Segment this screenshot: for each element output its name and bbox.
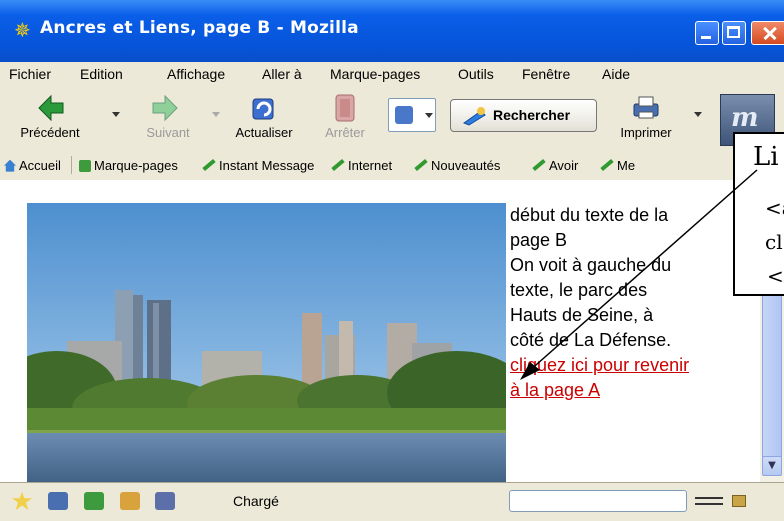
back-arrow-icon — [38, 94, 64, 122]
callout-title: Li — [753, 142, 779, 172]
navigation-toolbar: Précédent Suivant Actualiser Arrêter Imp… — [0, 88, 784, 151]
bookmark-icon — [202, 158, 216, 171]
title-bar: ✵ Ancres et Liens, page B - Mozilla — [0, 0, 784, 62]
menu-aller-a[interactable]: Aller à — [262, 66, 302, 82]
forward-label: Suivant — [146, 125, 190, 140]
page-text: début du texte de la page B On voit à ga… — [510, 203, 750, 403]
search-engine-select[interactable] — [388, 98, 436, 132]
menu-fenetre[interactable]: Fenêtre — [522, 66, 570, 82]
bookmark-avoir[interactable]: Avoir — [532, 158, 578, 173]
mozilla-icon: ✵ — [14, 18, 31, 42]
bookmark-instant-message[interactable]: Instant Message — [202, 158, 314, 173]
bookmark-home-label: Accueil — [19, 158, 61, 173]
progress-meter — [509, 490, 687, 512]
stop-button[interactable]: Arrêter — [308, 88, 382, 148]
annotation-callout: Li <a cl < — [733, 132, 784, 296]
bookmark-home[interactable]: Accueil — [4, 158, 61, 173]
search-label: Rechercher — [493, 107, 571, 123]
lock-icon — [732, 495, 746, 507]
menu-affichage[interactable]: Affichage — [167, 66, 225, 82]
link-line[interactable]: cliquez ici pour revenir — [510, 355, 689, 375]
back-button[interactable]: Précédent — [0, 88, 100, 148]
menu-edition[interactable]: Edition — [80, 66, 123, 82]
scroll-down-button[interactable]: ▼ — [762, 456, 782, 476]
print-label: Imprimer — [620, 125, 672, 140]
stop-icon — [335, 94, 355, 122]
forward-arrow-icon — [152, 94, 178, 122]
home-icon — [4, 159, 16, 172]
scrollbar-thumb[interactable] — [762, 278, 782, 473]
text-line: texte, le parc des — [510, 280, 648, 300]
bookmark-icon — [532, 158, 546, 171]
menu-outils[interactable]: Outils — [458, 66, 494, 82]
bookmark-icon — [414, 158, 428, 171]
menu-bar: Fichier Edition Affichage Aller à Marque… — [0, 62, 784, 89]
bookmark-icon — [331, 158, 345, 171]
close-button[interactable] — [751, 21, 784, 45]
navigator-icon[interactable] — [12, 492, 32, 510]
window-title: Ancres et Liens, page B - Mozilla — [40, 18, 359, 38]
bookmark-internet[interactable]: Internet — [331, 158, 392, 173]
bookmark-icon — [600, 158, 614, 171]
park-photo — [27, 203, 506, 482]
text-line: Hauts de Seine, à — [510, 305, 654, 325]
link-line[interactable]: à la page A — [510, 380, 600, 400]
reload-icon — [252, 98, 274, 120]
text-line: page B — [510, 230, 568, 250]
bookmark-nouveautes[interactable]: Nouveautés — [414, 158, 500, 173]
text-line: début du texte de la — [510, 205, 669, 225]
printer-icon — [633, 96, 659, 119]
print-button[interactable]: Imprimer — [606, 88, 686, 148]
personal-toolbar: Accueil Marque-pages Instant Message Int… — [0, 150, 784, 181]
bookmark-bookmarks-label: Marque-pages — [94, 158, 178, 173]
maximize-button[interactable] — [722, 21, 746, 45]
reload-label: Actualiser — [235, 125, 293, 140]
online-status-icon[interactable] — [695, 497, 723, 505]
menu-marque-pages[interactable]: Marque-pages — [330, 66, 420, 82]
mail-icon[interactable] — [48, 492, 68, 510]
status-text: Chargé — [233, 493, 279, 509]
address-book-icon[interactable] — [120, 492, 140, 510]
back-to-page-a-link[interactable]: cliquez ici pour revenir à la page A — [510, 353, 750, 403]
menu-fichier[interactable]: Fichier — [9, 66, 51, 82]
back-label: Précédent — [20, 125, 80, 140]
bookmark-instant-message-label: Instant Message — [219, 158, 315, 173]
minimize-button[interactable] — [695, 21, 719, 45]
composer-icon[interactable] — [84, 492, 104, 510]
text-line: côté de La Défense. — [510, 330, 672, 350]
bookmark-bookmarks[interactable]: Marque-pages — [79, 158, 178, 173]
stop-label: Arrêter — [325, 125, 365, 140]
status-bar: Chargé — [0, 482, 784, 521]
search-icon — [462, 107, 486, 126]
callout-line: <a — [765, 196, 784, 220]
forward-button[interactable]: Suivant — [128, 88, 208, 148]
throbber-m-icon: m — [731, 103, 759, 133]
callout-line: < — [767, 264, 784, 288]
search-engine-dropdown-icon — [425, 113, 433, 118]
callout-line: cl — [765, 230, 783, 254]
bookmark-nouveautes-label: Nouveautés — [431, 158, 501, 173]
bookmark-more-label: Me — [617, 158, 636, 173]
text-line: On voit à gauche du — [510, 255, 672, 275]
bookmark-avoir-label: Avoir — [549, 158, 579, 173]
menu-aide[interactable]: Aide — [602, 66, 630, 82]
bookmark-more[interactable]: Me — [600, 158, 635, 173]
bookmark-separator — [71, 156, 72, 174]
irc-chat-icon[interactable] — [155, 492, 175, 510]
back-dropdown-icon[interactable] — [112, 112, 120, 117]
search-button[interactable]: Rechercher — [450, 99, 597, 132]
search-engine-icon — [395, 106, 413, 124]
page-content: début du texte de la page B On voit à ga… — [0, 180, 760, 482]
reload-button[interactable]: Actualiser — [224, 88, 304, 148]
forward-dropdown-icon[interactable] — [212, 112, 220, 117]
bookmarks-folder-icon — [79, 159, 91, 172]
print-dropdown-icon[interactable] — [694, 112, 702, 117]
bookmark-internet-label: Internet — [348, 158, 393, 173]
